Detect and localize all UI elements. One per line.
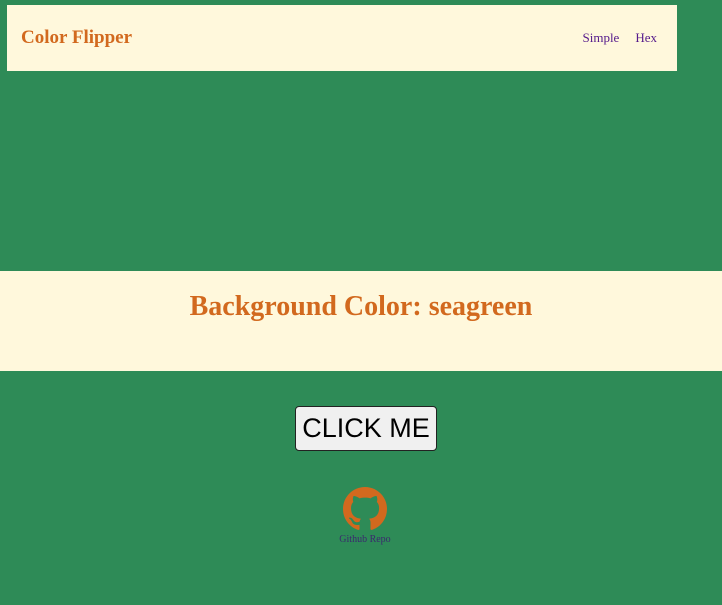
github-repo-label: Github Repo xyxy=(339,534,391,545)
navbar: Color Flipper Simple Hex xyxy=(7,5,677,71)
color-label: Background Color: xyxy=(189,291,422,322)
click-me-button[interactable]: CLICK ME xyxy=(295,406,437,451)
color-value: seagreen xyxy=(428,291,533,322)
github-icon xyxy=(343,487,387,530)
nav-link-simple[interactable]: Simple xyxy=(582,30,619,46)
color-heading: Background Color: seagreen xyxy=(0,291,722,323)
github-repo-link[interactable]: Github Repo xyxy=(320,487,410,546)
nav-link-hex[interactable]: Hex xyxy=(635,30,657,46)
brand-title: Color Flipper xyxy=(21,27,133,48)
color-banner: Background Color: seagreen xyxy=(0,271,722,371)
nav-links: Simple Hex xyxy=(582,30,657,46)
